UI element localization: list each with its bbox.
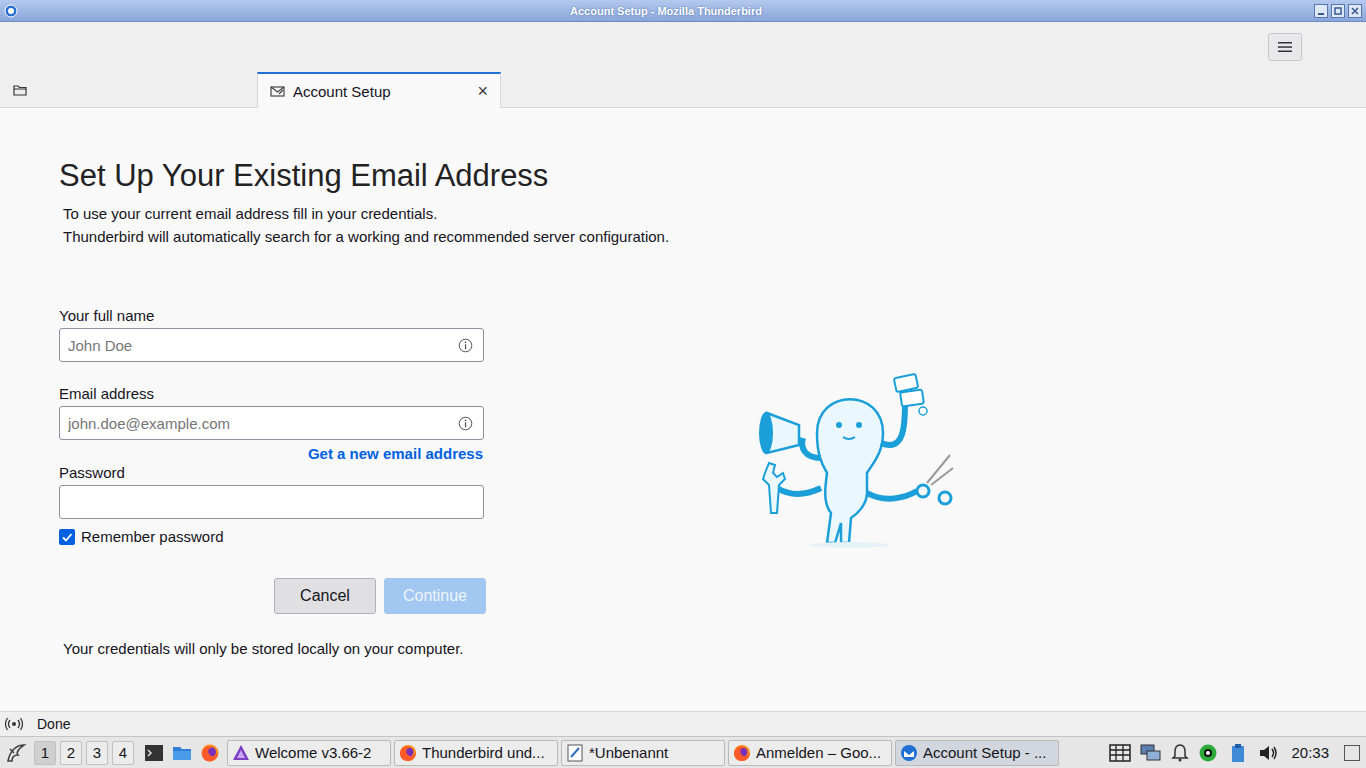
remember-password[interactable]: Remember password bbox=[59, 528, 486, 546]
field-label: Your full name bbox=[59, 307, 486, 325]
title-bar: Account Setup - Mozilla Thunderbird bbox=[0, 0, 1366, 22]
input-field bbox=[59, 328, 484, 362]
taskbar: 1 2 3 4 Welcome v3.66-2 Thunderbird und... *Un… bbox=[0, 736, 1366, 768]
task-icon-wrap bbox=[733, 744, 751, 762]
tab-icon-wrap bbox=[270, 85, 285, 98]
tab[interactable] bbox=[1, 72, 256, 107]
task-label: Anmelden – Goo... bbox=[756, 744, 887, 761]
workspace-label: 2 bbox=[67, 744, 75, 761]
minimize-icon bbox=[1315, 5, 1327, 17]
firefox-icon bbox=[733, 744, 751, 762]
workspace-label: 1 bbox=[41, 744, 49, 761]
tab-bar: Account Setup × bbox=[0, 72, 1366, 108]
speaker-icon bbox=[1258, 743, 1278, 763]
start-button[interactable] bbox=[2, 739, 30, 767]
close-icon bbox=[1349, 5, 1361, 17]
menu-button[interactable] bbox=[1268, 33, 1302, 61]
input-field bbox=[59, 406, 484, 440]
form-button[interactable]: Cancel bbox=[274, 578, 376, 614]
octopus-icon bbox=[755, 373, 960, 548]
clipboard-icon bbox=[1227, 743, 1249, 763]
task-label: Account Setup - ... bbox=[923, 744, 1054, 761]
task-button[interactable]: Thunderbird und... bbox=[394, 740, 558, 766]
firefox-launcher[interactable] bbox=[196, 739, 224, 767]
tab[interactable]: Account Setup × bbox=[257, 72, 501, 108]
toolbar bbox=[0, 22, 1366, 72]
button-label: Continue bbox=[403, 587, 467, 605]
terminal-launcher[interactable] bbox=[140, 739, 168, 767]
workspace-button[interactable]: 2 bbox=[60, 741, 82, 765]
system-tray: 20:33 bbox=[1109, 743, 1366, 763]
hamburger-icon bbox=[1278, 41, 1292, 53]
input-field bbox=[59, 485, 484, 519]
grid-icon bbox=[1109, 743, 1131, 763]
bell-icon bbox=[1171, 743, 1189, 763]
checkbox-label: Remember password bbox=[81, 528, 224, 546]
kvantum-icon bbox=[232, 744, 250, 762]
text-input[interactable] bbox=[60, 415, 458, 432]
status-icon bbox=[1198, 743, 1218, 763]
firefox-icon bbox=[399, 744, 417, 762]
clock[interactable]: 20:33 bbox=[1291, 744, 1329, 761]
text-input[interactable] bbox=[60, 494, 473, 511]
button-label: Cancel bbox=[300, 587, 350, 605]
task-icon-wrap bbox=[232, 744, 250, 762]
field-label: Password bbox=[59, 464, 486, 482]
task-icon-wrap bbox=[900, 744, 918, 762]
files-icon bbox=[172, 743, 192, 763]
firefox-icon bbox=[200, 743, 220, 763]
activity-icon bbox=[5, 717, 23, 731]
task-icon-wrap bbox=[566, 744, 584, 762]
task-label: Thunderbird und... bbox=[422, 744, 553, 761]
workspace-button[interactable]: 4 bbox=[112, 741, 134, 765]
task-button[interactable]: Anmelden – Goo... bbox=[728, 740, 892, 766]
task-button[interactable]: Account Setup - ... bbox=[895, 740, 1059, 766]
files-launcher[interactable] bbox=[168, 739, 196, 767]
workspace-button[interactable]: 3 bbox=[86, 741, 108, 765]
tab-close-button[interactable]: × bbox=[477, 81, 488, 102]
heading: Set Up Your Existing Email Address bbox=[59, 156, 1366, 196]
show-desktop-button[interactable] bbox=[1344, 745, 1360, 761]
status-bar: Done bbox=[0, 711, 1366, 736]
intro-line: Thunderbird will automatically search fo… bbox=[63, 225, 1366, 248]
network-icon bbox=[1140, 743, 1162, 763]
text-input[interactable] bbox=[60, 337, 458, 354]
status-text: Done bbox=[37, 716, 70, 732]
task-icon-wrap bbox=[399, 744, 417, 762]
start-icon bbox=[4, 741, 28, 765]
workspace-button[interactable]: 1 bbox=[34, 741, 56, 765]
folder-icon bbox=[13, 84, 27, 96]
thunderbird-icon bbox=[900, 744, 918, 762]
checkbox[interactable] bbox=[59, 529, 75, 545]
task-label: Welcome v3.66-2 bbox=[255, 744, 386, 761]
mail-gear-icon bbox=[270, 85, 285, 98]
tab-label: Account Setup bbox=[293, 83, 469, 100]
editor-icon bbox=[566, 744, 584, 762]
window-title: Account Setup - Mozilla Thunderbird bbox=[18, 5, 1314, 17]
workspace-label: 4 bbox=[119, 744, 127, 761]
terminal-icon bbox=[144, 743, 164, 763]
workspace-label: 3 bbox=[93, 744, 101, 761]
new-email-link[interactable]: Get a new email address bbox=[308, 445, 483, 463]
octopus-illustration bbox=[755, 373, 960, 658]
close-button[interactable] bbox=[1348, 4, 1362, 18]
info-icon bbox=[458, 338, 473, 353]
maximize-button[interactable] bbox=[1331, 4, 1345, 18]
task-label: *Unbenannt bbox=[589, 744, 720, 761]
field-label: Email address bbox=[59, 385, 486, 403]
credentials-note: Your credentials will only be stored loc… bbox=[59, 640, 486, 658]
check-icon bbox=[61, 531, 73, 543]
task-button[interactable]: Welcome v3.66-2 bbox=[227, 740, 391, 766]
setup-form: Your full name Email address Get a new ema… bbox=[59, 307, 486, 658]
form-button[interactable]: Continue bbox=[384, 578, 486, 614]
task-button[interactable]: *Unbenannt bbox=[561, 740, 725, 766]
app-icon bbox=[4, 4, 18, 18]
intro-line: To use your current email address fill i… bbox=[63, 202, 1366, 225]
tab-icon-wrap bbox=[13, 84, 27, 96]
intro: To use your current email address fill i… bbox=[59, 202, 1366, 248]
minimize-button[interactable] bbox=[1314, 4, 1328, 18]
info-icon bbox=[458, 416, 473, 431]
account-setup-page: Set Up Your Existing Email Address To use… bbox=[0, 108, 1366, 711]
maximize-icon bbox=[1332, 5, 1344, 17]
